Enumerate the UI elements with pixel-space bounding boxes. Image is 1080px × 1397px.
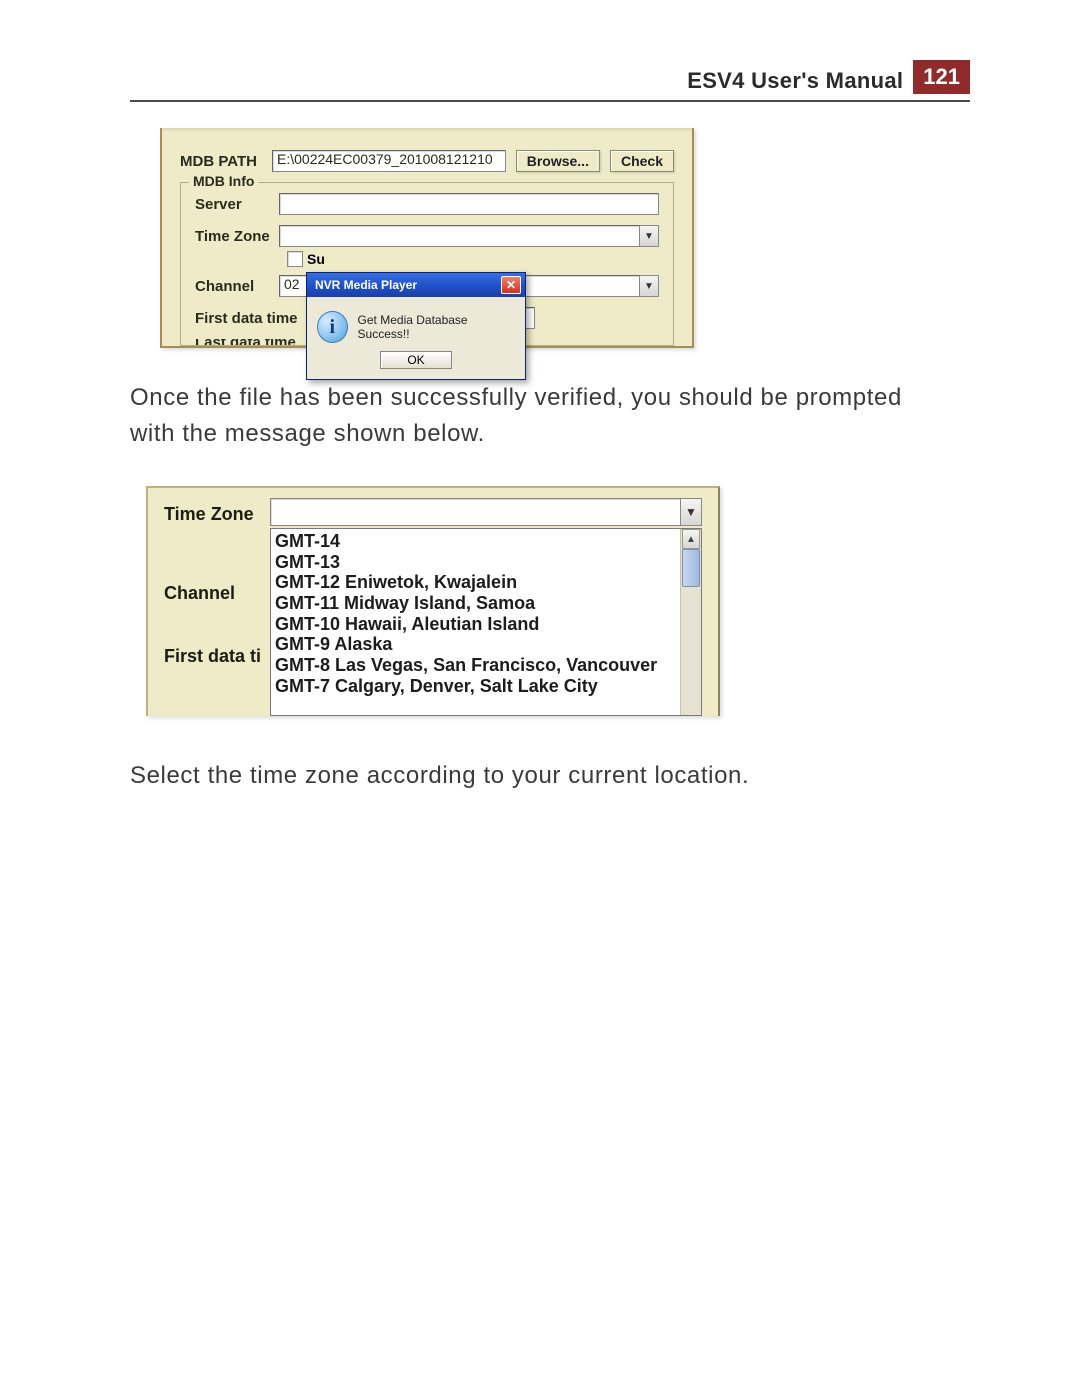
scroll-up-icon[interactable]: ▲ <box>682 529 700 549</box>
chevron-down-icon[interactable]: ▼ <box>640 225 659 247</box>
scroll-thumb[interactable] <box>682 549 700 587</box>
close-icon[interactable]: ✕ <box>501 276 521 294</box>
mdb-info-legend: MDB Info <box>189 173 258 189</box>
server-label: Server <box>195 196 279 213</box>
paragraph-2: Select the time zone according to your c… <box>130 758 950 794</box>
channel-label: Channel <box>195 278 279 295</box>
list-item[interactable]: GMT-10 Hawaii, Aleutian Island <box>275 614 676 635</box>
screenshot-timezone-dropdown: Time Zone Channel First data ti ▼ GMT-14… <box>146 486 720 716</box>
mdb-path-label: MDB PATH <box>180 153 272 170</box>
timezone-label-2: Time Zone <box>164 504 261 525</box>
success-dialog: NVR Media Player ✕ i Get Media Database … <box>306 272 526 380</box>
browse-button[interactable]: Browse... <box>516 150 600 172</box>
page-header: ESV4 User's Manual 121 <box>130 60 970 102</box>
list-item[interactable]: GMT-14 <box>275 531 676 552</box>
timezone-combo[interactable]: ▼ <box>279 225 659 247</box>
info-icon: i <box>317 311 348 343</box>
ok-button[interactable]: OK <box>380 351 451 369</box>
timezone-listbox[interactable]: GMT-14 GMT-13 GMT-12 Eniwetok, Kwajalein… <box>270 528 702 716</box>
server-input[interactable] <box>279 193 659 215</box>
list-item[interactable]: GMT-12 Eniwetok, Kwajalein <box>275 572 676 593</box>
su-checkbox-label: Su <box>307 251 325 267</box>
mdb-path-row: MDB PATH E:\00224EC00379_201008121210 Br… <box>180 150 674 172</box>
list-item[interactable]: GMT-13 <box>275 552 676 573</box>
scrollbar[interactable]: ▲ <box>680 529 701 715</box>
timezone-row: Time Zone ▼ <box>195 225 659 247</box>
list-item[interactable]: GMT-7 Calgary, Denver, Salt Lake City <box>275 676 676 697</box>
check-button[interactable]: Check <box>610 150 674 172</box>
timezone-label: Time Zone <box>195 228 279 245</box>
timezone-options: GMT-14 GMT-13 GMT-12 Eniwetok, Kwajalein… <box>271 529 680 715</box>
list-item[interactable]: GMT-8 Las Vegas, San Francisco, Vancouve… <box>275 655 676 676</box>
mdb-path-input[interactable]: E:\00224EC00379_201008121210 <box>272 150 506 172</box>
dialog-title: NVR Media Player <box>315 278 417 292</box>
dialog-titlebar: NVR Media Player ✕ <box>307 273 525 297</box>
su-checkbox[interactable] <box>287 251 303 267</box>
list-item[interactable]: GMT-9 Alaska <box>275 634 676 655</box>
checkbox-row: Su <box>287 251 659 267</box>
chevron-down-icon[interactable]: ▼ <box>640 275 659 297</box>
screenshot-mdb-dialog: MDB PATH E:\00224EC00379_201008121210 Br… <box>160 128 694 348</box>
page-number: 121 <box>913 60 970 94</box>
first-data-time-label-2: First data ti <box>164 646 261 667</box>
manual-title: ESV4 User's Manual <box>687 68 903 94</box>
last-data-time-label: Last data time <box>195 339 315 345</box>
timezone-combo-2[interactable]: ▼ <box>270 498 702 526</box>
server-row: Server <box>195 193 659 215</box>
paragraph-1: Once the file has been successfully veri… <box>130 380 950 452</box>
channel-label-2: Channel <box>164 583 261 604</box>
first-data-time-label: First data time <box>195 310 315 327</box>
list-item[interactable]: GMT-11 Midway Island, Samoa <box>275 593 676 614</box>
dialog-message: Get Media Database Success!! <box>358 313 515 341</box>
chevron-down-icon[interactable]: ▼ <box>680 499 701 525</box>
timezone-input[interactable] <box>279 225 640 247</box>
